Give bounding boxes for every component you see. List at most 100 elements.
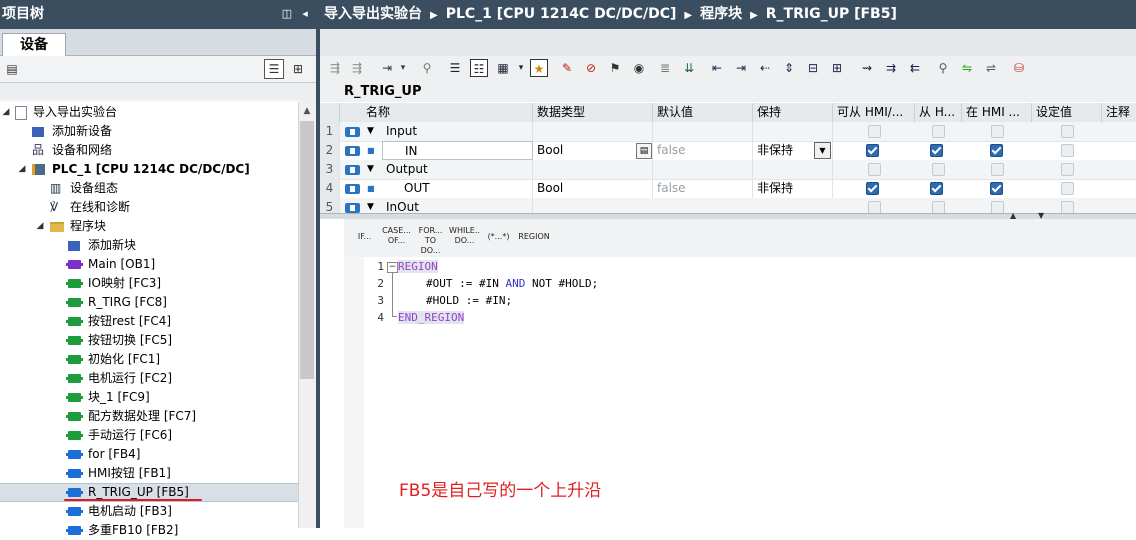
tree-item-block[interactable]: HMI按钮 [FB1] [0,464,298,483]
checkbox-hmi-writable[interactable] [991,201,1004,213]
indent-left-icon[interactable]: ⇤ [708,59,726,77]
search-icon[interactable]: ⚲ [934,59,952,77]
checkbox-hmi-accessible[interactable] [866,182,879,195]
checkbox-hmi-visible[interactable] [930,182,943,195]
tree-item-block[interactable]: 电机运行 [FC2] [0,369,298,388]
checkbox-hmi-accessible[interactable] [868,201,881,213]
tree-item-plc[interactable]: ◢ PLC_1 [CPU 1214C DC/DC/DC] [0,160,298,179]
type-picker-icon[interactable]: ▤ [636,143,652,159]
uncomment-icon[interactable]: ⊘ [582,59,600,77]
tree-item-program-blocks[interactable]: ◢ 程序块 [0,217,298,236]
scl-for-button[interactable]: FOR... TO DO... [414,220,447,256]
online-icon[interactable]: ⇋ [958,59,976,77]
tree-item-add-device[interactable]: 添加新设备 [0,122,298,141]
offline-icon[interactable]: ⇌ [982,59,1000,77]
checkbox-hmi-writable[interactable] [990,182,1003,195]
cell-name[interactable]: Output [382,160,533,179]
checkbox-hmi-writable[interactable] [991,125,1004,138]
breakpoint-icon[interactable]: ◉ [630,59,648,77]
breadcrumb-item[interactable]: R_TRIG_UP [FB5] [766,0,897,29]
checkbox-setpoint[interactable] [1061,163,1074,176]
cell-type[interactable] [533,160,653,179]
cell-name[interactable]: IN [382,141,533,160]
checkbox-hmi-visible[interactable] [930,144,943,157]
favorites-icon[interactable]: ★ [530,59,548,77]
scrollbar-thumb[interactable] [300,121,314,379]
breadcrumb-item[interactable]: 导入导出实验台 [320,0,422,29]
header-setpoint[interactable]: 设定值 [1032,103,1102,122]
indent-right-icon[interactable]: ⇥ [732,59,750,77]
tree-item-block[interactable]: R_TIRG [FC8] [0,293,298,312]
cell-type[interactable] [533,122,653,141]
bookmark-icon[interactable]: ⚑ [606,59,624,77]
tree-item-block[interactable]: 多重FB10 [FB2] [0,521,298,540]
header-hmi-visible[interactable]: 从 H... [915,103,962,122]
watch-icon[interactable]: ⚲ [418,59,436,77]
scl-region-button[interactable]: REGION [516,220,552,256]
header-name[interactable]: 名称 [340,103,533,122]
cell-type[interactable]: Bool [533,141,653,160]
expanded-arrow-icon[interactable]: ▼ [367,122,374,141]
tree-item-block[interactable]: 手动运行 [FC6] [0,426,298,445]
tree-item-block[interactable]: 电机启动 [FB3] [0,502,298,521]
outdent-icon[interactable]: ⇠ [756,59,774,77]
tree-item-add-block[interactable]: 添加新块 [0,236,298,255]
tree-item-block[interactable]: for [FB4] [0,445,298,464]
expanded-arrow-icon[interactable]: ◢ [35,217,45,236]
delete-network-icon[interactable]: ⇶ [348,59,366,77]
cell-name[interactable]: Input [382,122,533,141]
cell-name[interactable]: OUT [382,179,533,198]
go-to-icon[interactable]: ⇝ [858,59,876,77]
compile-icon[interactable]: ⇊ [680,59,698,77]
tree-item-block[interactable]: 按钮切换 [FC5] [0,331,298,350]
detail-list-icon[interactable]: ☷ [470,59,488,77]
cell-default[interactable] [653,160,753,179]
expanded-arrow-icon[interactable]: ◢ [1,103,11,122]
table-row[interactable]: 3 ▼ Output [320,160,1136,180]
minimize-icon[interactable]: ◂ [299,7,311,21]
format-icon[interactable]: ≣ [656,59,674,77]
table-row[interactable]: 4 ■ OUT Bool false 非保持 [320,179,1136,199]
table-row[interactable]: 2 ■ IN Bool ▤ false 非保持 ▼ [320,141,1136,161]
expanded-arrow-icon[interactable]: ▼ [367,160,374,179]
code-line-2[interactable]: #OUT := #IN AND NOT #HOLD; [426,277,598,290]
header-comment[interactable]: 注释 [1102,103,1136,122]
detail-view-icon[interactable]: ☰ [264,59,284,79]
checkbox-hmi-accessible[interactable] [868,125,881,138]
breadcrumb-item[interactable]: 程序块 [700,0,742,29]
tree-item-block[interactable]: Main [OB1] [0,255,298,274]
checkbox-setpoint[interactable] [1061,144,1074,157]
tree-item-block[interactable]: IO映射 [FC3] [0,274,298,293]
expand-icon[interactable]: ⇕ [780,59,798,77]
cell-retain[interactable]: 非保持 [753,179,833,198]
checkbox-hmi-visible[interactable] [932,201,945,213]
code-line-end-region[interactable]: END_REGION [398,311,465,324]
tree-item-devices-networks[interactable]: 品 设备和网络 [0,141,298,160]
scl-while-button[interactable]: WHILE.. DO... [448,220,481,256]
comment-icon[interactable]: ✎ [558,59,576,77]
header-hmi-writable[interactable]: 在 HMI ... [962,103,1032,122]
expanded-arrow-icon[interactable]: ▼ [367,198,374,213]
cell-retain[interactable] [753,160,833,179]
code-line-region[interactable]: REGION [398,260,438,273]
cell-retain[interactable] [753,122,833,141]
prev-error-icon[interactable]: ⇇ [906,59,924,77]
checkbox-hmi-visible[interactable] [932,163,945,176]
insert-network-icon[interactable]: ⇶ [326,59,344,77]
breadcrumb-item[interactable]: PLC_1 [CPU 1214C DC/DC/DC] [446,0,677,29]
add-item-icon[interactable]: ⊞ [288,59,308,79]
cell-name[interactable]: InOut [382,198,533,213]
overview-icon[interactable]: ▤ [2,59,22,79]
scroll-up-icon[interactable]: ▲ [300,104,314,118]
header-retain[interactable]: 保持 [753,103,833,122]
checkbox-setpoint[interactable] [1061,182,1074,195]
database-icon[interactable]: ⛁ [1010,59,1028,77]
checkbox-hmi-visible[interactable] [932,125,945,138]
checkbox-hmi-accessible[interactable] [866,144,879,157]
checkbox-setpoint[interactable] [1061,201,1074,213]
monitor-icon[interactable]: ▦ [494,59,512,77]
dropdown-arrow-icon[interactable]: ▾ [512,59,530,77]
tree-collapse-icon[interactable]: ⊟ [804,59,822,77]
tree-item-block[interactable]: 初始化 [FC1] [0,350,298,369]
list-view-icon[interactable]: ☰ [446,59,464,77]
